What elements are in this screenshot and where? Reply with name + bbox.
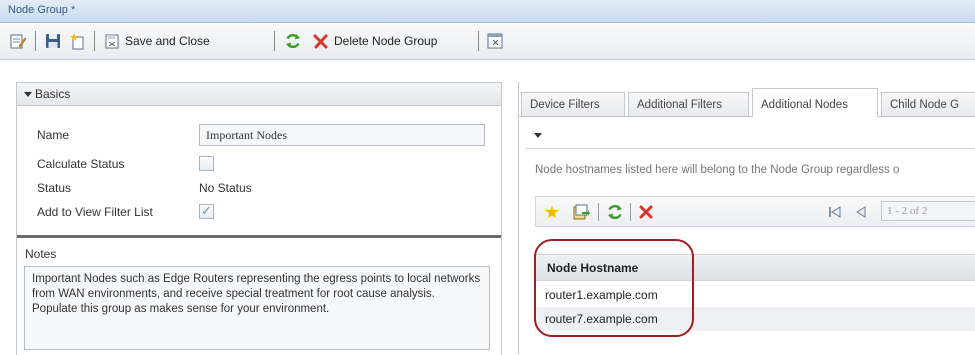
tab-additional-filters[interactable]: Additional Filters	[628, 92, 749, 116]
additional-nodes-content: Node hostnames listed here will belong t…	[519, 117, 975, 354]
tabs-panel: Device Filters Additional Filters Additi…	[518, 82, 975, 354]
add-to-view-filter-checkbox[interactable]	[199, 203, 214, 219]
toolbar-separator	[274, 31, 275, 51]
tab-child-node-groups[interactable]: Child Node G	[881, 92, 975, 116]
tab-additional-nodes[interactable]: Additional Nodes	[752, 88, 878, 117]
basics-section-header[interactable]: Basics	[17, 83, 501, 106]
notes-textarea[interactable]: Important Nodes such as Edge Routers rep…	[24, 266, 490, 350]
refresh-icon[interactable]	[606, 203, 624, 221]
new-star-icon[interactable]	[543, 203, 561, 221]
tab-device-filters[interactable]: Device Filters	[521, 92, 625, 116]
status-label: Status	[37, 181, 72, 195]
node-hostname-cell: router1.example.com	[545, 288, 658, 302]
save-close-icon[interactable]	[103, 32, 121, 50]
name-input[interactable]: Important Nodes	[199, 124, 485, 146]
toolbar-separator	[94, 31, 95, 51]
delete-icon[interactable]	[312, 32, 330, 50]
name-label: Name	[37, 128, 70, 142]
first-page-icon[interactable]	[826, 203, 844, 221]
notes-divider	[17, 235, 501, 238]
notes-label: Notes	[25, 247, 57, 261]
delete-icon[interactable]	[637, 203, 655, 221]
toolbar-separator	[478, 31, 479, 51]
additional-nodes-description: Node hostnames listed here will belong t…	[535, 164, 900, 176]
node-hostname-header: Node Hostname	[547, 261, 639, 275]
toolbar-separator	[598, 203, 599, 221]
grid-column-header[interactable]: Node Hostname	[535, 254, 975, 281]
main-toolbar: Save and Close Delete Node Group	[0, 23, 975, 60]
collapse-triangle-icon[interactable]	[534, 133, 542, 138]
tab-strip: Device Filters Additional Filters Additi…	[519, 82, 975, 117]
calculate-status-checkbox[interactable]	[199, 156, 214, 171]
content-divider	[525, 148, 975, 149]
close-form-icon[interactable]	[486, 32, 504, 50]
node-hostname-cell: router7.example.com	[545, 312, 658, 326]
basics-section-title: Basics	[35, 87, 71, 101]
delete-node-group-button[interactable]: Delete Node Group	[334, 34, 437, 48]
refresh-icon[interactable]	[284, 32, 302, 50]
edit-form-icon[interactable]	[9, 32, 27, 50]
save-icon[interactable]	[44, 32, 62, 50]
pager-display: 1 - 2 of 2	[881, 201, 975, 221]
toolbar-separator	[630, 203, 631, 221]
basics-panel: Basics Name Important Nodes Calculate St…	[16, 82, 502, 355]
save-close-button[interactable]: Save and Close	[125, 34, 210, 48]
grid-toolbar: 1 - 2 of 2	[535, 196, 975, 227]
window-title-bar: Node Group *	[0, 0, 975, 23]
status-value: No Status	[199, 181, 252, 195]
table-row[interactable]: router1.example.com	[535, 283, 975, 307]
toolbar-separator	[35, 31, 36, 51]
previous-page-icon[interactable]	[852, 203, 870, 221]
table-row[interactable]: router7.example.com	[535, 307, 975, 331]
calculate-status-label: Calculate Status	[37, 157, 125, 171]
window-title: Node Group *	[8, 4, 76, 16]
add-to-view-filter-label: Add to View Filter List	[37, 205, 153, 219]
new-icon[interactable]	[69, 32, 87, 50]
open-form-icon[interactable]	[572, 203, 590, 221]
collapse-triangle-icon	[24, 92, 32, 97]
